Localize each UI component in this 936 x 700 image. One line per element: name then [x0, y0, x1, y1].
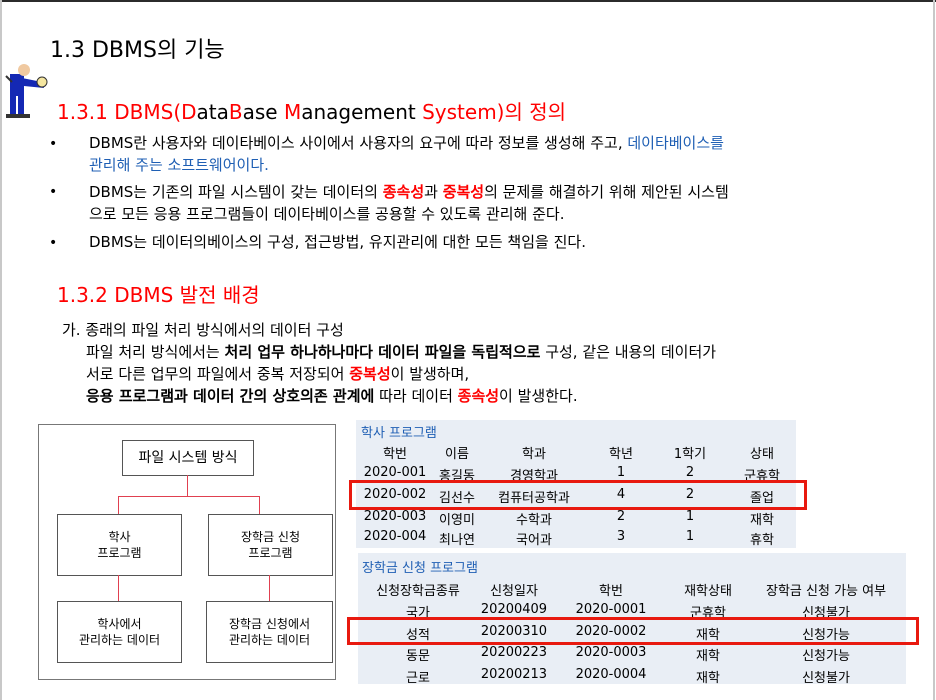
subsection-title: 가. 종래의 파일 처리 방식에서의 데이터 구성 [62, 321, 344, 339]
bullet-marker: • [49, 184, 58, 200]
bullet-marker: • [49, 136, 58, 152]
table2-cell: 신청불가 [802, 671, 850, 686]
right-border [933, 0, 935, 700]
slide-title: 1.3 DBMS의 기능 [50, 38, 225, 63]
connector [118, 496, 119, 514]
diagram-data1-box: 학사에서 관리하는 데이터 [57, 601, 182, 663]
table2-cell: 재학 [696, 671, 720, 686]
connector [118, 496, 259, 497]
section-heading-background: 1.3.2 DBMS 발전 배경 [57, 283, 260, 307]
section-heading-definition: 1.3.1 DBMS(DataBase Management System)의 … [57, 100, 567, 124]
diagram-prog1-box: 학사 프로그램 [57, 514, 182, 576]
paragraph-line-3: 응용 프로그램과 데이터 간의 상호의존 관계에 따라 데이터 종속성이 발생한… [86, 387, 578, 405]
connector [269, 575, 270, 601]
highlight-box-table2 [347, 617, 919, 645]
table1-cell: 재학 [750, 513, 774, 528]
table2-header: 장학금 신청 가능 여부 [766, 584, 887, 599]
diagram-root-box: 파일 시스템 방식 [122, 440, 254, 476]
top-border [0, 0, 936, 2]
file-system-diagram: 파일 시스템 방식 학사 프로그램 장학금 신청 프로그램 학사에서 관리하는 데이터… [38, 424, 336, 680]
table2-cell: 재학 [696, 649, 720, 664]
table2-caption: 장학금 신청 프로그램 [362, 561, 478, 576]
highlight-box-table1 [349, 480, 807, 510]
bullet-2: DBMS는 기존의 파일 시스템이 갖는 데이터의 종속성과 중복성의 문제를 … [89, 183, 729, 223]
table1-cell: 휴학 [750, 533, 774, 548]
person-figure-icon [5, 64, 48, 118]
paragraph-line-1: 파일 처리 방식에서는 처리 업무 하나하나마다 데이터 파일을 독립적으로 구… [86, 343, 717, 361]
diagram-prog2-box: 장학금 신청 프로그램 [208, 514, 333, 576]
table1-caption: 학사 프로그램 [361, 426, 437, 441]
connector [259, 496, 260, 514]
bullet-3: DBMS는 데이터의베이스의 구성, 접근방법, 유지관리에 대한 모든 책임을… [89, 233, 586, 251]
table2-header: 재학상태 [684, 584, 732, 599]
diagram-data2-box: 장학금 신청에서 관리하는 데이터 [206, 601, 333, 663]
bullet-marker: • [49, 235, 58, 251]
paragraph-line-2: 서로 다른 업무의 파일에서 중복 저장되어 중복성이 발생하며, [86, 365, 470, 383]
connector [187, 475, 188, 496]
table2-cell: 신청가능 [802, 649, 850, 664]
table1-header: 상태 [750, 447, 774, 462]
connector [118, 575, 119, 601]
bullet-1: DBMS란 사용자와 데이타베이스 사이에서 사용자의 요구에 따라 정보를 생… [89, 134, 724, 174]
